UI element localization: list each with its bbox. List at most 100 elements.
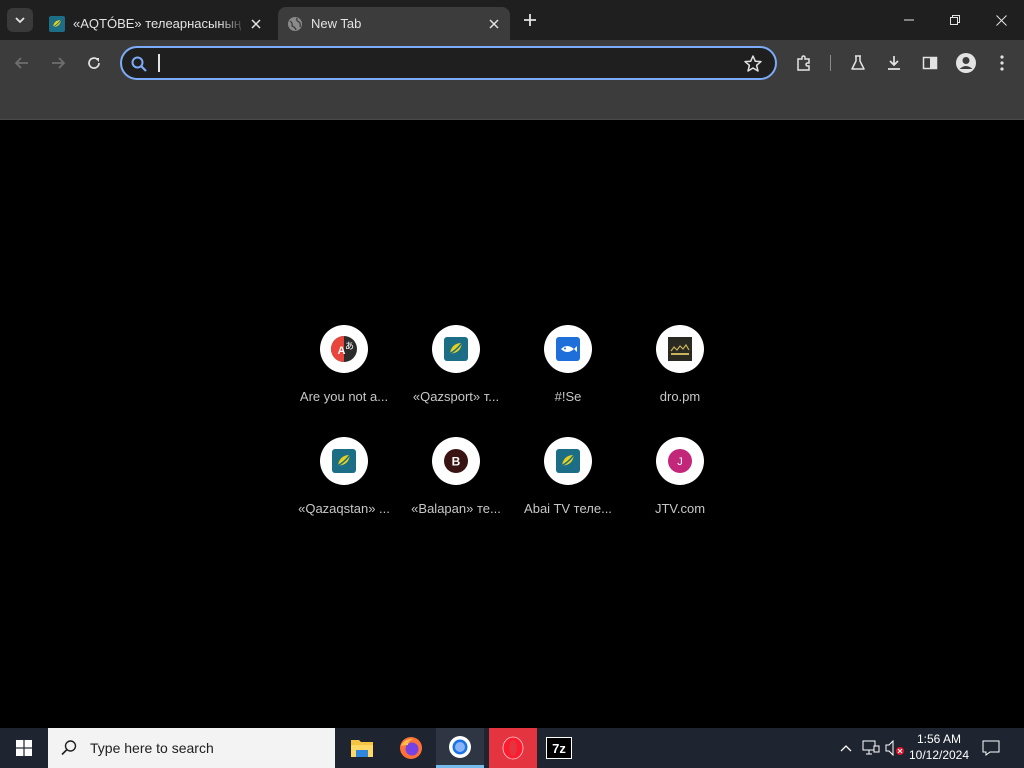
shortcut-tile[interactable]: A あ Are you not a... xyxy=(288,325,400,425)
tab-close-button[interactable] xyxy=(484,14,504,34)
system-clock[interactable]: 1:56 AM 10/12/2024 xyxy=(904,731,974,765)
reload-icon xyxy=(88,57,100,69)
taskbar-opera[interactable] xyxy=(489,728,537,768)
side-panel-button[interactable] xyxy=(915,48,945,78)
toolbar xyxy=(0,40,1024,86)
shortcut-label: #!Se xyxy=(554,389,582,404)
shortcut-icon-circle: B xyxy=(432,437,480,485)
notifications-button[interactable] xyxy=(978,728,1004,768)
opera-icon xyxy=(502,736,524,760)
minimize-button[interactable] xyxy=(886,0,932,40)
qaz-logo-icon xyxy=(49,15,65,32)
network-icon xyxy=(862,740,880,755)
back-arrow-icon xyxy=(14,57,28,69)
windows-taskbar: Type here to search 7z 1:56 AM 10/12/202… xyxy=(0,728,1024,768)
flask-icon xyxy=(851,55,865,70)
shortcut-icon-circle xyxy=(656,325,704,373)
taskbar-7zip[interactable]: 7z xyxy=(535,728,583,768)
menu-button[interactable] xyxy=(987,48,1017,78)
avatar-icon xyxy=(956,53,976,73)
address-input[interactable] xyxy=(156,52,736,74)
tab-search-button[interactable] xyxy=(7,8,33,32)
tab-close-button[interactable] xyxy=(246,14,266,34)
forward-button[interactable] xyxy=(43,48,73,78)
close-icon xyxy=(489,18,499,29)
address-bar[interactable] xyxy=(120,46,777,80)
firefox-icon xyxy=(400,737,422,759)
reload-button[interactable] xyxy=(79,48,109,78)
shortcut-tile[interactable]: Abai TV теле... xyxy=(512,437,624,537)
shortcut-tile[interactable]: dro.pm xyxy=(624,325,736,425)
shortcut-glyph: B xyxy=(452,455,461,469)
shortcut-tile[interactable]: «Qazsport» т... xyxy=(400,325,512,425)
file-explorer-icon xyxy=(351,740,373,757)
letter-j-icon: J xyxy=(668,449,692,473)
close-window-button[interactable] xyxy=(978,0,1024,40)
shortcut-label: «Qazaqstan» ... xyxy=(298,501,390,516)
downloads-button[interactable] xyxy=(879,48,909,78)
taskbar-chrome[interactable] xyxy=(436,728,484,768)
search-icon xyxy=(131,56,147,72)
shortcut-tile[interactable]: B «Balapan» те... xyxy=(400,437,512,537)
bookmarks-bar xyxy=(0,86,1024,120)
taskbar-firefox[interactable] xyxy=(387,728,435,768)
chevron-up-icon xyxy=(840,745,852,752)
shortcut-icon-circle xyxy=(544,437,592,485)
taskbar-search-box[interactable]: Type here to search xyxy=(48,728,335,768)
shortcut-glyph: J xyxy=(677,456,683,468)
shortcut-icon-circle: J xyxy=(656,437,704,485)
volume-button[interactable] xyxy=(884,728,906,768)
tab-new-tab[interactable]: New Tab xyxy=(278,7,510,40)
labs-button[interactable] xyxy=(843,48,873,78)
shortcut-label: JTV.com xyxy=(654,501,706,516)
shortcut-tile[interactable]: J JTV.com xyxy=(624,437,736,537)
shortcut-label: Abai TV теле... xyxy=(524,501,612,516)
text-caret xyxy=(158,54,160,72)
taskbar-search-label: Type here to search xyxy=(90,740,214,756)
profile-button[interactable] xyxy=(951,48,981,78)
show-hidden-icons-button[interactable] xyxy=(836,728,856,768)
letter-b-icon: B xyxy=(444,449,468,473)
chevron-down-icon xyxy=(15,17,25,24)
restore-icon xyxy=(950,15,960,25)
shortcut-icon-circle: A あ xyxy=(320,325,368,373)
clock-date: 10/12/2024 xyxy=(908,748,970,762)
qaz-logo-icon xyxy=(332,449,356,473)
shortcut-tile[interactable]: «Qazaqstan» ... xyxy=(288,437,400,537)
download-icon xyxy=(888,56,900,70)
tab-aqtobe[interactable]: «AQTÓBE» телеарнасының р xyxy=(40,7,272,40)
shortcut-label: dro.pm xyxy=(659,389,701,404)
tab-title: «AQTÓBE» телеарнасының р xyxy=(73,16,246,31)
back-button[interactable] xyxy=(7,48,37,78)
kebab-menu-icon xyxy=(1000,55,1004,71)
shortcut-label: «Qazsport» т... xyxy=(412,389,500,404)
start-button[interactable] xyxy=(0,728,48,768)
new-tab-button[interactable] xyxy=(519,9,541,31)
7zip-label: 7z xyxy=(552,741,566,756)
puzzle-icon xyxy=(797,55,810,71)
shortcut-icon-circle xyxy=(432,325,480,373)
bookmark-star-icon[interactable] xyxy=(743,54,763,74)
7zip-icon: 7z xyxy=(546,737,572,759)
tab-title: New Tab xyxy=(311,16,362,31)
forward-arrow-icon xyxy=(52,57,66,69)
network-button[interactable] xyxy=(860,728,882,768)
shortcut-icon-circle xyxy=(544,325,592,373)
extensions-button[interactable] xyxy=(789,48,819,78)
shortcut-label: «Balapan» те... xyxy=(411,501,501,516)
dro-icon xyxy=(668,337,692,361)
plus-icon xyxy=(524,14,536,26)
close-icon xyxy=(251,18,261,29)
qaz-logo-icon xyxy=(556,449,580,473)
taskbar-file-explorer[interactable] xyxy=(338,728,386,768)
clock-time: 1:56 AM xyxy=(916,732,962,746)
close-icon xyxy=(995,14,1007,26)
restore-button[interactable] xyxy=(932,0,978,40)
translate-icon: A あ xyxy=(331,336,357,362)
toolbar-separator xyxy=(830,55,831,71)
shortcut-label: Are you not a... xyxy=(299,389,389,404)
globe-icon xyxy=(288,16,302,31)
shortcut-tile[interactable]: #!Se xyxy=(512,325,624,425)
volume-muted-icon xyxy=(885,740,904,756)
minimize-icon xyxy=(904,19,914,21)
